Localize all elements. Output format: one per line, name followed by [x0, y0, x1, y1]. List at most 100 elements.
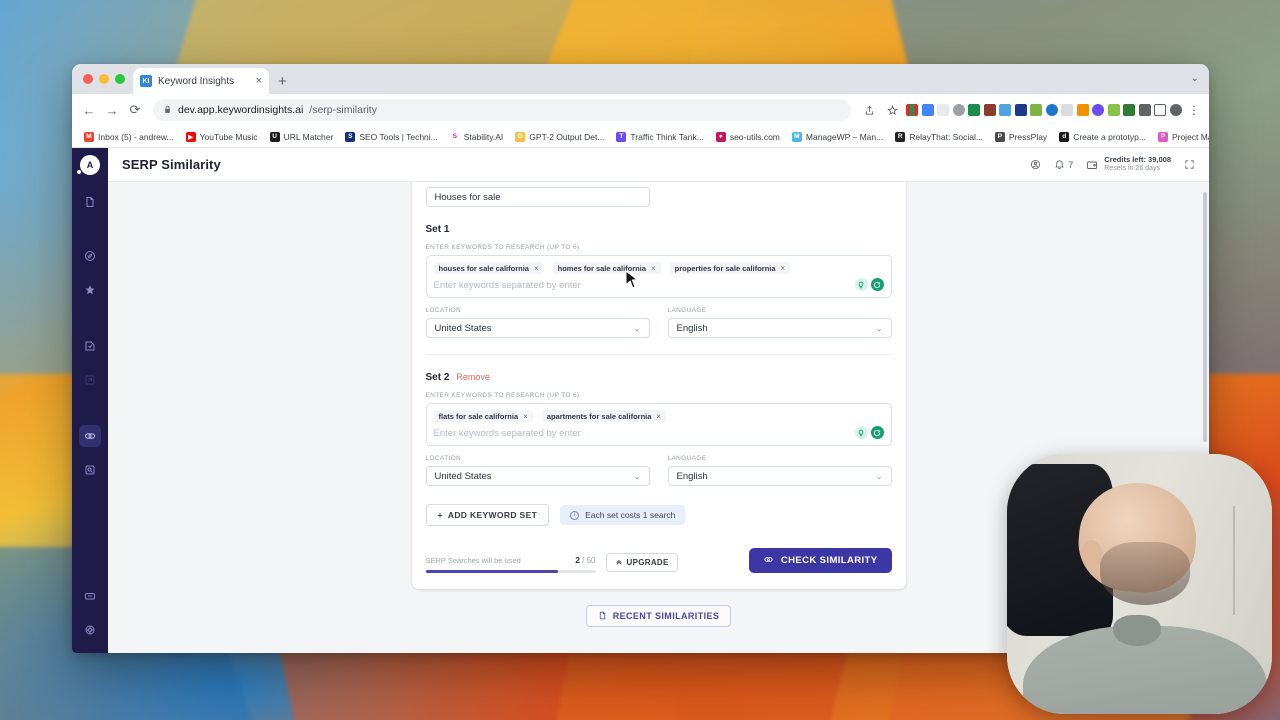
browser-menu-icon[interactable]: ⋮: [1185, 103, 1202, 117]
sidebar-item-compass[interactable]: [79, 245, 101, 267]
add-keyword-set-button[interactable]: + ADD KEYWORD SET: [425, 504, 550, 526]
chevron-down-icon[interactable]: ⌄: [1191, 73, 1199, 84]
bookmark-star-icon[interactable]: [883, 100, 903, 120]
extension-white-icon[interactable]: [1154, 104, 1166, 116]
refresh-icon[interactable]: [870, 426, 884, 439]
check-similarity-button[interactable]: CHECK SIMILARITY: [748, 548, 892, 573]
bookmark-item[interactable]: ▶ YouTube Music: [180, 131, 264, 142]
bookmark-item[interactable]: M ManageWP – Man...: [786, 131, 889, 142]
close-tab-icon[interactable]: ×: [256, 75, 262, 87]
back-button[interactable]: ←: [79, 100, 99, 120]
close-window-button[interactable]: [83, 74, 93, 84]
set-1-language-select[interactable]: English ⌄: [667, 318, 892, 338]
remove-keyword-icon[interactable]: ×: [534, 264, 539, 273]
extension-purple-icon[interactable]: [1092, 104, 1104, 116]
keyword-chip[interactable]: houses for sale california ×: [433, 262, 544, 274]
credits-indicator[interactable]: Credits left: 39,008 Resets in 26 days: [1086, 155, 1171, 173]
extension-puzzle-icon[interactable]: [1138, 104, 1151, 116]
content-scrollbar[interactable]: [1203, 192, 1207, 442]
address-bar[interactable]: dev.app.keywordinsights.ai/serp-similari…: [153, 99, 851, 121]
reload-button[interactable]: ⟳: [125, 100, 145, 120]
extension-lightblue-icon[interactable]: [999, 104, 1011, 116]
extension-colorbars-icon[interactable]: [906, 104, 918, 116]
sidebar-item-documents[interactable]: [79, 191, 101, 213]
bookmark-item[interactable]: d Create a prototyp...: [1053, 131, 1152, 142]
extension-maroon-icon[interactable]: [983, 104, 996, 116]
remove-keyword-icon[interactable]: ×: [656, 412, 661, 421]
bookmark-label: Inbox (5) - andrew...: [98, 131, 174, 142]
sidebar-item-settings[interactable]: [79, 619, 101, 641]
extension-orange-icon[interactable]: [1076, 104, 1089, 116]
bookmark-item[interactable]: S Stability.AI: [444, 131, 510, 142]
set-2-language-select[interactable]: English ⌄: [667, 466, 892, 486]
bookmark-item[interactable]: T Traffic Think Tank...: [610, 131, 709, 142]
bookmark-item[interactable]: G GPT-2 Output Det...: [509, 131, 610, 142]
account-circle-icon[interactable]: [1030, 159, 1041, 170]
similarity-icon: [763, 554, 774, 568]
set-1-keywords-box[interactable]: houses for sale california × homes for s…: [425, 255, 892, 298]
remove-set-2-button[interactable]: Remove: [456, 372, 490, 382]
extension-blue-icon[interactable]: [921, 104, 934, 116]
bookmark-favicon: P: [1157, 131, 1168, 142]
remove-keyword-icon[interactable]: ×: [781, 264, 786, 273]
sidebar-item-export[interactable]: [79, 369, 101, 391]
set-2-keywords-box[interactable]: flats for sale california × apartments f…: [425, 403, 892, 446]
bookmark-item[interactable]: PProject Managem...: [1152, 131, 1209, 142]
browser-tab[interactable]: KI Keyword Insights ×: [133, 68, 269, 94]
bookmark-item[interactable]: M Inbox (5) - andrew...: [78, 131, 180, 142]
remove-keyword-icon[interactable]: ×: [651, 264, 656, 273]
bookmark-label: PressPlay: [1008, 131, 1048, 142]
set-1-keywords-label: ENTER KEYWORDS TO RESEARCH (UP TO 6): [425, 244, 580, 251]
maximize-window-button[interactable]: [115, 74, 125, 84]
extension-highlighter-icon[interactable]: [1030, 104, 1042, 116]
sidebar-item-support[interactable]: [79, 585, 101, 607]
lightbulb-icon[interactable]: [854, 426, 868, 439]
info-icon: i: [570, 510, 580, 520]
recent-similarities-button[interactable]: RECENT SIMILARITIES: [585, 605, 732, 627]
new-tab-button[interactable]: +: [269, 68, 296, 94]
forward-button[interactable]: →: [102, 100, 122, 120]
minimize-window-button[interactable]: [99, 74, 109, 84]
sidebar-item-search-intent[interactable]: [79, 459, 101, 481]
refresh-icon[interactable]: [870, 278, 884, 291]
keyword-chip[interactable]: homes for sale california ×: [552, 262, 661, 274]
serp-similarity-form-card: Houses for sale Set 1 ENTER KEYWORDS TO …: [411, 182, 906, 589]
extension-teal-icon[interactable]: [1045, 104, 1058, 116]
lightbulb-icon[interactable]: [854, 278, 868, 291]
set-2-keywords-label: ENTER KEYWORDS TO RESEARCH (UP TO 6): [425, 392, 580, 399]
extension-brush-icon[interactable]: [1061, 104, 1073, 116]
fullscreen-icon[interactable]: [1184, 159, 1195, 170]
set-1-location-select[interactable]: United States ⌄: [425, 318, 650, 338]
upgrade-button[interactable]: UPGRADE: [605, 553, 678, 572]
extension-green-icon[interactable]: [968, 104, 980, 116]
keyword-chip[interactable]: properties for sale california ×: [669, 262, 791, 274]
bookmark-favicon: G: [515, 131, 526, 142]
sidebar-item-serp-similarity[interactable]: [79, 425, 101, 447]
set-1-location-label: LOCATION: [425, 307, 462, 314]
notifications-bell[interactable]: 7: [1054, 159, 1073, 170]
extension-kit-icon[interactable]: [1123, 104, 1135, 116]
bookmark-item[interactable]: R RelayThat: Social...: [889, 131, 989, 142]
sidebar-item-star[interactable]: [79, 279, 101, 301]
extension-grey-icon[interactable]: [952, 104, 965, 116]
app-header: SERP Similarity 7 Credits left: 39,008 R…: [108, 148, 1209, 182]
project-name-input[interactable]: Houses for sale: [425, 187, 650, 207]
bookmark-item[interactable]: S SEO Tools | Techni...: [339, 131, 443, 142]
bookmark-item[interactable]: ● seo-utils.com: [710, 131, 786, 142]
bookmark-item[interactable]: U URL Matcher: [264, 131, 340, 142]
share-icon[interactable]: [859, 100, 879, 120]
extension-navy-icon[interactable]: [1014, 104, 1027, 116]
app-logo[interactable]: A: [77, 155, 100, 175]
keyword-chip[interactable]: apartments for sale california ×: [541, 410, 667, 422]
bookmark-favicon: T: [616, 131, 627, 142]
remove-keyword-icon[interactable]: ×: [523, 412, 528, 421]
set-2-location-select[interactable]: United States ⌄: [425, 466, 650, 486]
set-2-language-label: LANGUAGE: [667, 455, 707, 462]
profile-avatar-icon[interactable]: [1169, 104, 1182, 116]
keyword-chip[interactable]: flats for sale california ×: [433, 410, 533, 422]
extension-lime-icon[interactable]: [1107, 104, 1120, 116]
extension-pen-icon[interactable]: [937, 104, 949, 116]
bookmark-item[interactable]: P PressPlay: [989, 131, 1053, 142]
sidebar-item-tag[interactable]: [79, 335, 101, 357]
tab-favicon: KI: [140, 75, 152, 87]
